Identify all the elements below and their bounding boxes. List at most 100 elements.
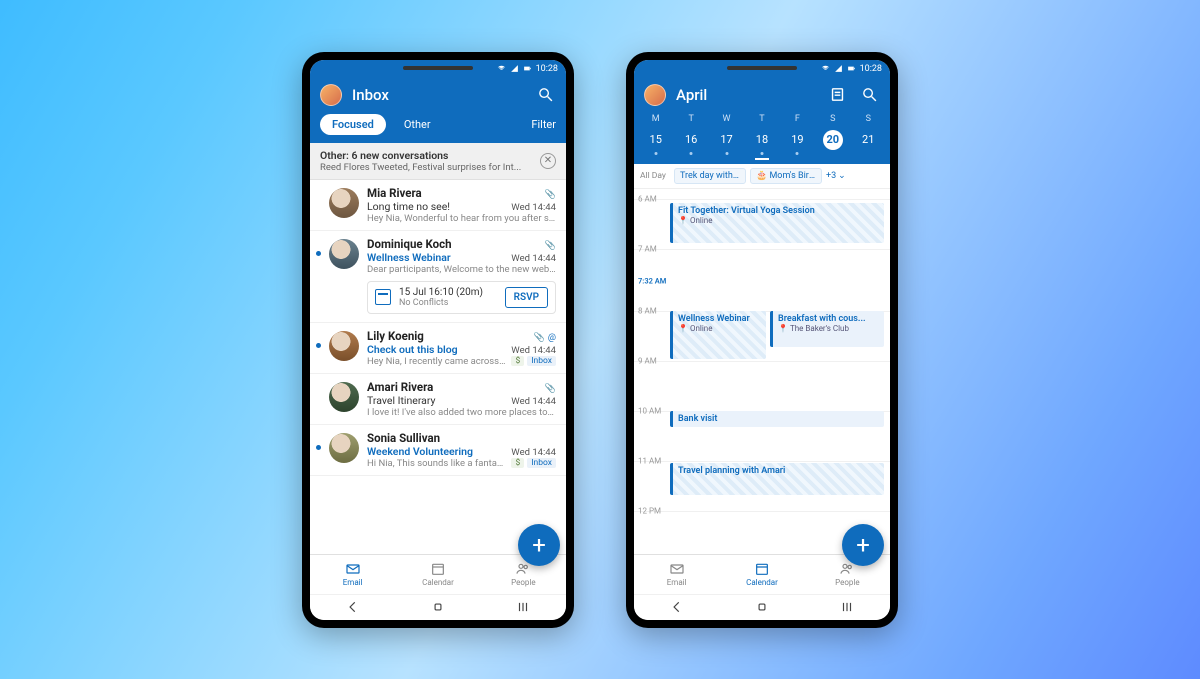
calendar-event[interactable]: Bank visit	[670, 411, 884, 427]
sender-avatar	[329, 433, 359, 463]
new-event-fab[interactable]: +	[842, 524, 884, 566]
android-recents-icon[interactable]	[832, 600, 862, 614]
hour-label: 9 AM	[638, 356, 657, 365]
profile-avatar[interactable]	[320, 84, 342, 106]
email-preview: I love it! I've also added two more plac…	[367, 407, 556, 418]
app-bar: Inbox Focused Other Filter	[310, 78, 566, 143]
hour-label: 10 AM	[638, 406, 661, 415]
inbox-tabs: Focused Other Filter	[310, 114, 566, 143]
location-icon: 📍	[678, 216, 688, 225]
screen-email: 10:28 Inbox Focused Other Filter Other: …	[310, 60, 566, 620]
close-icon[interactable]: ✕	[540, 153, 556, 169]
rsvp-card: 15 Jul 16:10 (20m)No Conflicts RSVP	[367, 281, 556, 314]
email-preview: Hey Nia, Wonderful to hear from you afte…	[367, 213, 556, 224]
all-day-label: All Day	[640, 171, 670, 181]
category-tag: Inbox	[527, 458, 556, 468]
weekday-label: M	[638, 114, 673, 124]
date-cell[interactable]: 18	[744, 126, 779, 154]
search-icon[interactable]	[534, 84, 556, 106]
other-bar-subtitle: Reed Flores Tweeted, Festival surprises …	[320, 162, 540, 173]
compose-fab[interactable]: +	[518, 524, 560, 566]
tab-focused[interactable]: Focused	[320, 114, 386, 135]
sender-avatar	[329, 239, 359, 269]
category-tag: Inbox	[527, 356, 556, 366]
all-day-chip[interactable]: 🎂 Mom's Birthd...	[750, 168, 822, 184]
filter-button[interactable]: Filter	[531, 118, 556, 131]
weekday-label: W	[709, 114, 744, 124]
date-cell[interactable]: 15	[638, 126, 673, 154]
sender-name: Dominique Koch	[367, 237, 452, 251]
weekday-label: S	[851, 114, 886, 124]
tab-other[interactable]: Other	[392, 114, 443, 135]
email-time: 📎@	[534, 333, 556, 343]
nav-calendar[interactable]: Calendar	[719, 555, 804, 594]
other-bar-title: Other: 6 new conversations	[320, 149, 540, 162]
email-row[interactable]: Sonia Sullivan Weekend Volunteering Wed …	[310, 425, 566, 476]
phone-calendar: 10:28 April MTWTFSS 15161718192021 All D…	[626, 52, 898, 628]
location-icon: 📍	[778, 324, 788, 333]
calendar-event[interactable]: Wellness Webinar📍Online	[670, 311, 766, 359]
email-subject: Wellness Webinar	[367, 251, 451, 264]
current-time-marker: 7:32 AM	[638, 276, 666, 285]
email-list[interactable]: Mia Rivera 📎 Long time no see! Wed 14:44…	[310, 180, 566, 554]
signal-icon	[834, 64, 843, 73]
agenda-icon[interactable]	[826, 84, 848, 106]
date-cell[interactable]: 20	[815, 126, 850, 154]
hour-label: 8 AM	[638, 306, 657, 315]
attachment-icon: 📎	[545, 241, 556, 251]
android-recents-icon[interactable]	[508, 600, 538, 614]
search-icon[interactable]	[858, 84, 880, 106]
sender-name: Lily Koenig	[367, 329, 424, 343]
email-time: 📎	[545, 384, 556, 394]
android-home-icon[interactable]	[747, 600, 777, 614]
wifi-icon	[497, 64, 506, 73]
hour-label: 6 AM	[638, 194, 657, 203]
android-back-icon[interactable]	[662, 600, 692, 614]
wifi-icon	[821, 64, 830, 73]
email-subject: Travel Itinerary	[367, 394, 436, 407]
date-cell[interactable]: 16	[673, 126, 708, 154]
email-row[interactable]: Amari Rivera 📎 Travel Itinerary Wed 14:4…	[310, 374, 566, 425]
sender-avatar	[329, 188, 359, 218]
phone-email: 10:28 Inbox Focused Other Filter Other: …	[302, 52, 574, 628]
chevron-down-icon: ⌄	[838, 171, 846, 181]
app-bar: April MTWTFSS 15161718192021	[634, 78, 890, 164]
other-conversations-bar[interactable]: Other: 6 new conversations Reed Flores T…	[310, 143, 566, 180]
date-cell[interactable]: 19	[780, 126, 815, 154]
screen-calendar: 10:28 April MTWTFSS 15161718192021 All D…	[634, 60, 890, 620]
calendar-event[interactable]: Breakfast with cous...📍The Baker's Club	[770, 311, 884, 347]
all-day-more[interactable]: +3 ⌄	[826, 171, 846, 181]
email-row[interactable]: Dominique Koch 📎 Wellness Webinar Wed 14…	[310, 231, 566, 323]
date-row: 15161718192021	[634, 124, 890, 164]
weekday-label: T	[744, 114, 779, 124]
sender-name: Sonia Sullivan	[367, 431, 440, 445]
attachment-icon: 📎	[545, 384, 556, 394]
email-row[interactable]: Mia Rivera 📎 Long time no see! Wed 14:44…	[310, 180, 566, 231]
rsvp-button[interactable]: RSVP	[505, 287, 548, 308]
status-time: 10:28	[536, 64, 558, 74]
category-tag: $	[511, 458, 524, 468]
calendar-event[interactable]: Fit Together: Virtual Yoga Session📍Onlin…	[670, 203, 884, 243]
email-row[interactable]: Lily Koenig 📎@ Check out this blog Wed 1…	[310, 323, 566, 374]
email-subject: Weekend Volunteering	[367, 445, 473, 458]
android-home-icon[interactable]	[423, 600, 453, 614]
all-day-chip[interactable]: Trek day with fa...	[674, 168, 746, 184]
nav-email[interactable]: Email	[634, 555, 719, 594]
nav-calendar[interactable]: Calendar	[395, 555, 480, 594]
date-cell[interactable]: 17	[709, 126, 744, 154]
hour-label: 11 AM	[638, 456, 661, 465]
mention-icon: @	[548, 333, 556, 343]
profile-avatar[interactable]	[644, 84, 666, 106]
calendar-event[interactable]: Travel planning with Amari	[670, 463, 884, 495]
android-back-icon[interactable]	[338, 600, 368, 614]
calendar-body[interactable]: 6 AM7 AM8 AM9 AM10 AM11 AM12 PM7:32 AMFi…	[634, 189, 890, 554]
sender-avatar	[329, 382, 359, 412]
email-time: 📎	[545, 241, 556, 251]
date-cell[interactable]: 21	[851, 126, 886, 154]
nav-email[interactable]: Email	[310, 555, 395, 594]
email-subject: Long time no see!	[367, 200, 450, 213]
weekday-header: MTWTFSS	[634, 114, 890, 124]
hour-label: 12 PM	[638, 506, 661, 515]
status-bar: 10:28	[310, 60, 566, 78]
calendar-icon	[375, 289, 391, 305]
